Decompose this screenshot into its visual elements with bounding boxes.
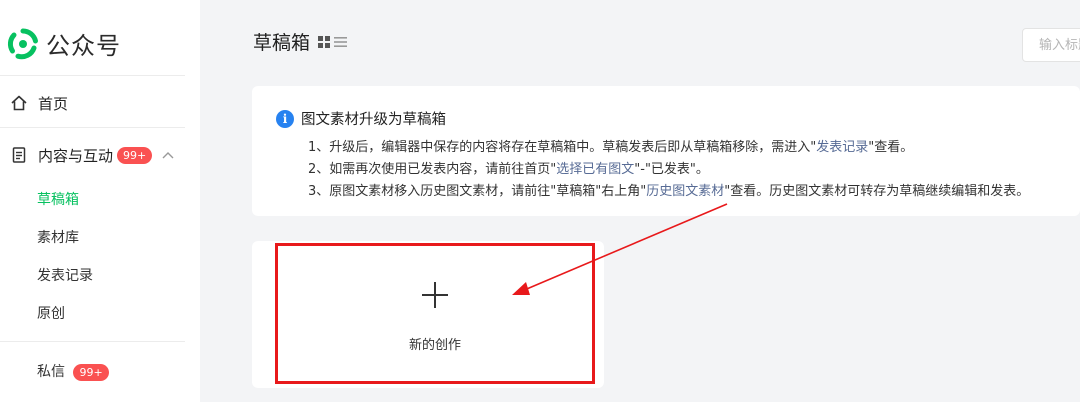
sidebar-item-messages[interactable]: 私信 99+ — [37, 361, 109, 381]
home-icon — [8, 92, 30, 114]
brand-name: 公众号 — [46, 32, 121, 60]
notice-text: "查看。 — [868, 140, 914, 155]
notice-text: "查看。历史图文素材可转存为草稿继续编辑和发表。 — [724, 184, 1030, 199]
sidebar-item-label: 首页 — [38, 94, 69, 113]
grid-view-icon[interactable] — [318, 31, 331, 53]
sidebar-item-home[interactable]: 首页 — [8, 92, 68, 114]
history-materials-link[interactable]: 历史图文素材 — [646, 184, 724, 199]
sidebar-item-drafts[interactable]: 草稿箱 — [37, 189, 79, 209]
info-icon: i — [276, 109, 294, 128]
notice-line-3: 3、原图文素材移入历史图文素材，请前往"草稿箱"右上角"历史图文素材"查看。历史… — [308, 180, 1029, 199]
notice-text: 1、升级后，编辑器中保存的内容将存在草稿箱中。草稿发表后即从草稿箱移除，需进入" — [308, 140, 817, 155]
sidebar-item-original[interactable]: 原创 — [37, 303, 65, 323]
notice-text: 3、原图文素材移入历史图文素材，请前往"草稿箱"右上角" — [308, 184, 647, 199]
view-toggle — [318, 31, 348, 53]
page-title: 草稿箱 — [253, 28, 348, 55]
select-existing-link[interactable]: 选择已有图文 — [556, 162, 634, 177]
notice-title: i 图文素材升级为草稿箱 — [276, 108, 446, 129]
sidebar: 公众号 首页 内容与互动 99+ 草稿箱 素材库 发表记录 原创 私信 99+ — [0, 0, 200, 402]
notification-badge: 99+ — [117, 146, 153, 164]
brand-logo[interactable]: 公众号 — [7, 26, 121, 61]
search-input[interactable] — [1023, 29, 1080, 61]
new-creation-button[interactable]: 新的创作 — [275, 243, 595, 384]
sidebar-item-label: 私信 — [37, 364, 65, 380]
list-view-icon[interactable] — [334, 31, 348, 53]
divider — [0, 127, 185, 128]
search-box — [1022, 28, 1080, 62]
sidebar-item-materials[interactable]: 素材库 — [37, 227, 79, 247]
notice-text: 2、如需再次使用已发表内容，请前往首页" — [308, 162, 557, 177]
notice-title-text: 图文素材升级为草稿箱 — [301, 112, 446, 128]
notice-line-1: 1、升级后，编辑器中保存的内容将存在草稿箱中。草稿发表后即从草稿箱移除，需进入"… — [308, 136, 913, 155]
sidebar-item-label: 内容与互动 — [38, 146, 114, 165]
new-creation-label: 新的创作 — [408, 338, 461, 353]
divider — [0, 75, 185, 76]
sidebar-item-content[interactable]: 内容与互动 99+ — [8, 144, 174, 166]
publish-records-link[interactable]: 发表记录 — [816, 140, 868, 155]
notice-line-2: 2、如需再次使用已发表内容，请前往首页"选择已有图文"-"已发表"。 — [308, 158, 709, 177]
chevron-up-icon[interactable] — [162, 151, 174, 159]
notice-text: "-"已发表"。 — [634, 162, 709, 177]
page-title-text: 草稿箱 — [253, 32, 311, 54]
wechat-official-logo-icon — [7, 28, 38, 59]
document-icon — [8, 144, 30, 166]
sidebar-item-publish-records[interactable]: 发表记录 — [37, 265, 93, 285]
plus-icon — [278, 282, 592, 308]
divider — [0, 341, 185, 342]
upgrade-notice: i 图文素材升级为草稿箱 1、升级后，编辑器中保存的内容将存在草稿箱中。草稿发表… — [252, 86, 1080, 216]
notification-badge: 99+ — [73, 364, 109, 381]
